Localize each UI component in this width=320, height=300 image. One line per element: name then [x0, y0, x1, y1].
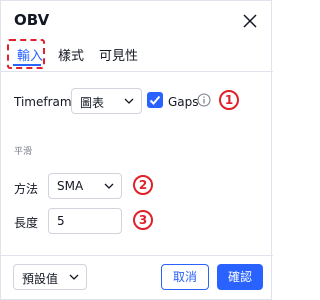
chevron-down-icon: [69, 274, 79, 280]
defaults-dropdown[interactable]: 預設值: [13, 264, 87, 290]
method-value: SMA: [57, 179, 84, 193]
footer-divider: [1, 255, 273, 256]
dialog-title: OBV: [14, 11, 50, 29]
length-value: 5: [57, 214, 65, 228]
timeframe-value: 圖表: [80, 96, 105, 110]
annotation-marker-2: 2: [133, 175, 153, 195]
defaults-label: 預設值: [22, 272, 59, 286]
annotation-marker-3: 3: [133, 210, 153, 230]
tab-inputs[interactable]: 輸入: [17, 45, 43, 64]
ok-button[interactable]: 確認: [217, 264, 263, 290]
length-input[interactable]: 5: [48, 208, 122, 234]
length-label: 長度: [14, 216, 39, 230]
check-icon: [149, 95, 161, 105]
gaps-label: Gaps: [168, 95, 199, 109]
chevron-down-icon: [124, 98, 134, 104]
chevron-down-icon: [104, 183, 114, 189]
gaps-checkbox[interactable]: [147, 92, 163, 108]
tabs-divider: [1, 71, 273, 72]
cancel-button[interactable]: 取消: [161, 264, 209, 290]
tab-style[interactable]: 樣式: [58, 45, 84, 64]
indicator-settings-dialog: OBV 輸入 樣式 可見性 Timeframe 圖表 Gaps 1 平滑 方法 …: [0, 0, 273, 300]
smoothing-section-label: 平滑: [14, 147, 33, 157]
close-icon[interactable]: [241, 12, 259, 30]
timeframe-label: Timeframe: [14, 95, 79, 109]
active-tab-indicator: [13, 64, 41, 66]
method-select[interactable]: SMA: [48, 173, 122, 199]
timeframe-select[interactable]: 圖表: [71, 88, 142, 114]
info-icon[interactable]: [197, 93, 211, 107]
tab-visibility[interactable]: 可見性: [99, 45, 138, 64]
method-label: 方法: [14, 182, 39, 196]
annotation-marker-1: 1: [219, 90, 239, 110]
